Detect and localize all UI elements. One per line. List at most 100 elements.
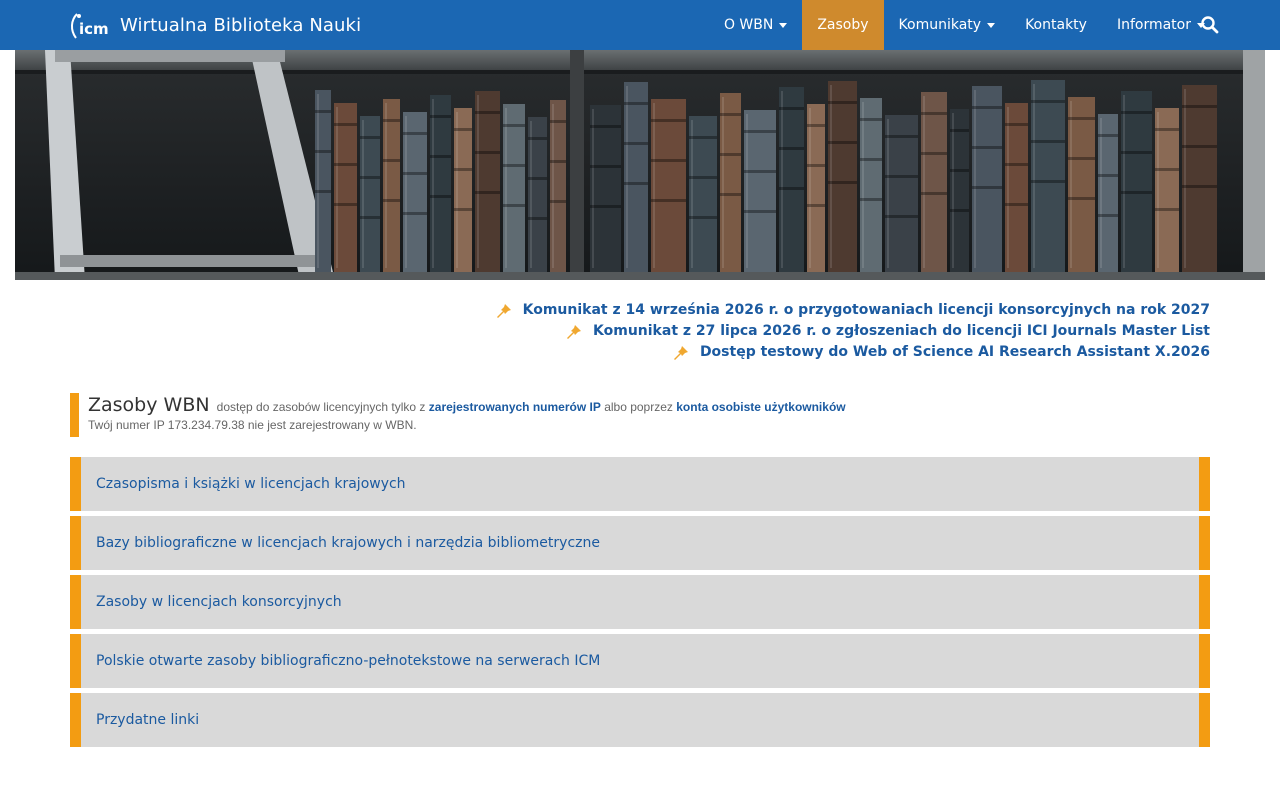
panel-polish-open-resources[interactable]: Polskie otwarte zasoby bibliograficzno-p… — [70, 634, 1210, 688]
book-spine-highlight — [336, 107, 338, 268]
book-spine-highlight — [862, 102, 864, 268]
resources-section-header: Zasoby WBN dostęp do zasobów licencyjnyc… — [70, 393, 1210, 437]
book-spine — [651, 99, 686, 272]
panel-consortium-licenses[interactable]: Zasoby w licencjach konsorcyjnych — [70, 575, 1210, 629]
book-spine-band — [1155, 208, 1179, 211]
book-spine-highlight — [317, 94, 319, 268]
book-spine-highlight — [1100, 118, 1102, 268]
book-spine-band — [921, 152, 947, 155]
announcement-item[interactable]: Dostęp testowy do Web of Science AI Rese… — [310, 342, 1210, 363]
section-description: dostęp do zasobów licencyjnych tylko z z… — [217, 400, 846, 414]
book-spine-band — [528, 137, 547, 140]
announcement-text: Dostęp testowy do Web of Science AI Rese… — [699, 344, 1210, 360]
book-spine-band — [1031, 180, 1065, 183]
book-spine-band — [590, 165, 621, 168]
book-spine-band — [1182, 145, 1217, 148]
book-spine-band — [383, 159, 400, 162]
book-spine — [590, 105, 621, 272]
book-spine-band — [315, 190, 331, 193]
book-spine-band — [403, 172, 427, 175]
book-spine-highlight — [653, 103, 655, 268]
book-spine-band — [1068, 197, 1095, 200]
brand-home-link[interactable]: icm Wirtualna Biblioteka Nauki — [68, 0, 361, 50]
book-spine-band — [651, 119, 686, 122]
book-spine-band — [860, 118, 882, 121]
nav-item-label: Zasoby — [817, 17, 869, 33]
book-spine — [828, 81, 857, 272]
panel-label: Przydatne linki — [96, 712, 200, 728]
book-spine-band — [689, 136, 717, 139]
book-spine-highlight — [1070, 101, 1072, 268]
book-spine-band — [828, 101, 857, 104]
book-spine-band — [744, 130, 776, 133]
nav-item-kontakty[interactable]: Kontakty — [1010, 0, 1102, 50]
pin-icon — [495, 303, 513, 319]
book-spine-band — [590, 125, 621, 128]
book-spine-band — [860, 198, 882, 201]
book-spine-highlight — [974, 90, 976, 268]
nav-item-o-wbn[interactable]: O WBN — [709, 0, 802, 50]
book-spine-band — [921, 192, 947, 195]
book-spine-band — [1121, 111, 1152, 114]
book-spine-band — [550, 120, 566, 123]
book-spine-band — [972, 106, 1002, 109]
book-spine-band — [651, 199, 686, 202]
panel-bibliographic-databases[interactable]: Bazy bibliograficzne w licencjach krajow… — [70, 516, 1210, 570]
logo-text: icm — [79, 20, 108, 38]
nav-item-zasoby[interactable]: Zasoby — [802, 0, 884, 50]
book-spine-band — [1121, 151, 1152, 154]
registered-ip-link[interactable]: zarejestrowanych numerów IP — [429, 400, 601, 414]
panel-useful-links[interactable]: Przydatne linki — [70, 693, 1210, 747]
caret-down-icon — [779, 22, 788, 28]
search-icon[interactable] — [1200, 15, 1220, 35]
brand-name: Wirtualna Biblioteka Nauki — [120, 14, 362, 36]
book-spine-band — [454, 168, 472, 171]
book-spine-highlight — [1157, 112, 1159, 268]
book-spine-band — [885, 215, 918, 218]
book-spine-highlight — [362, 120, 364, 268]
book-spine-band — [950, 209, 969, 212]
nav-item-label: Informator — [1116, 17, 1191, 33]
book-spine-band — [475, 191, 500, 194]
book-spine-band — [972, 186, 1002, 189]
book-spine-highlight — [1033, 84, 1035, 268]
book-spine-band — [828, 181, 857, 184]
book-spine-highlight — [626, 86, 628, 268]
book-spine-band — [779, 187, 804, 190]
pin-icon — [565, 324, 583, 340]
book-spine-band — [720, 113, 741, 116]
nav-menu: O WBN Zasoby Komunikaty Kontakty Informa… — [709, 0, 1220, 50]
book-spine-band — [403, 132, 427, 135]
section-title-line: Zasoby WBN dostęp do zasobów licencyjnyc… — [88, 393, 1210, 417]
announcement-item[interactable]: Komunikat z 14 września 2026 r. o przygo… — [310, 300, 1210, 321]
book-spine-highlight — [552, 104, 554, 268]
panel-journals-books[interactable]: Czasopisma i książki w licencjach krajow… — [70, 457, 1210, 511]
panel-label: Bazy bibliograficzne w licencjach krajow… — [96, 535, 600, 551]
book-spine-band — [828, 141, 857, 144]
book-spine — [972, 86, 1002, 272]
book-spine-band — [334, 163, 357, 166]
nav-item-label: Kontakty — [1025, 17, 1087, 33]
book-spine-highlight — [385, 103, 387, 268]
ip-notice: Twój numer IP 173.234.79.38 nie jest zar… — [88, 418, 417, 432]
book-spine-band — [503, 164, 525, 167]
hero-bookshelf-image — [15, 50, 1265, 280]
book-spine-band — [528, 177, 547, 180]
bottom-shelf-board — [15, 272, 1265, 280]
book-spine-band — [383, 199, 400, 202]
announcement-item[interactable]: Komunikat z 27 lipca 2026 r. o zgłoszeni… — [310, 321, 1210, 342]
book-spine-band — [315, 150, 331, 153]
book-spine-band — [1031, 140, 1065, 143]
user-accounts-link[interactable]: konta osobiste użytkowników — [676, 400, 845, 414]
section-title: Zasoby WBN — [88, 394, 210, 416]
book-spine-highlight — [809, 108, 811, 268]
book-spine-band — [403, 212, 427, 215]
book-spine-band — [779, 147, 804, 150]
book-spine-band — [503, 204, 525, 207]
book-spine-band — [624, 102, 648, 105]
nav-item-komunikaty[interactable]: Komunikaty — [884, 0, 1011, 50]
book-spine-band — [689, 176, 717, 179]
book-spine-band — [454, 208, 472, 211]
book-spine-band — [689, 216, 717, 219]
book-spine-band — [744, 170, 776, 173]
